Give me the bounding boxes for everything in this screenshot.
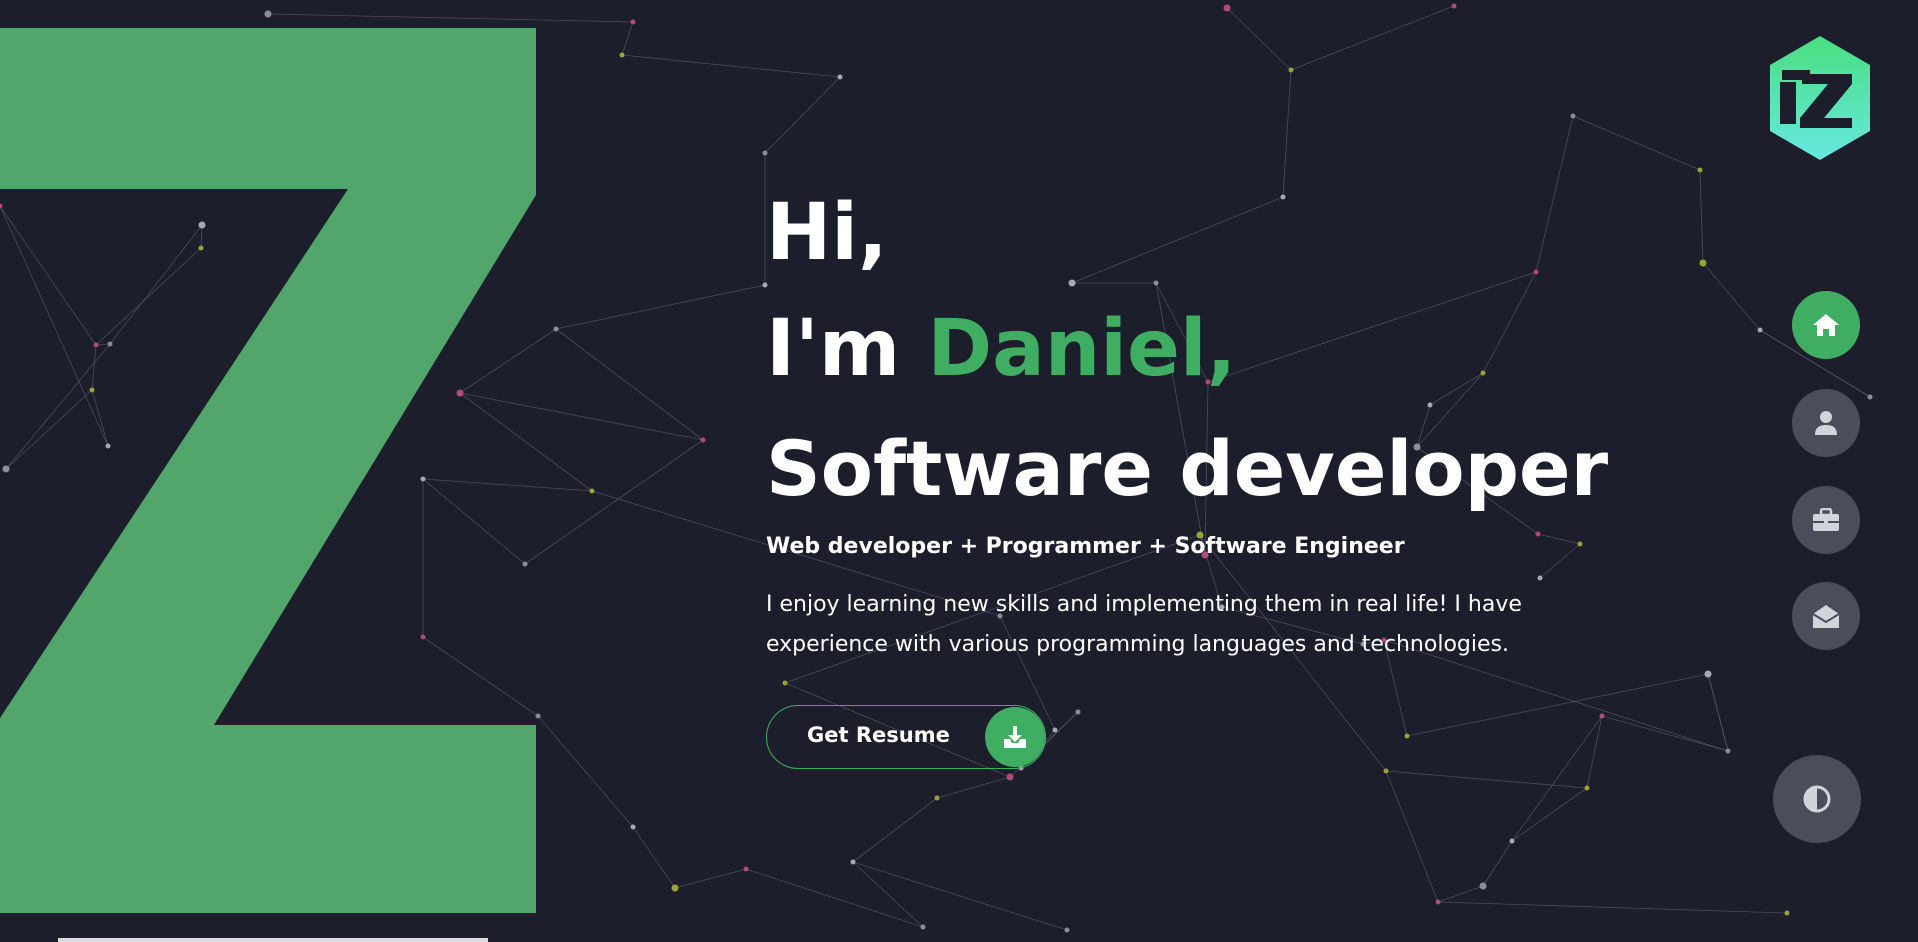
hero-subtitle: Web developer + Programmer + Software En… <box>766 534 1405 559</box>
hero-section: Hi, I'm Daniel, Software developer Web d… <box>766 180 1686 665</box>
home-icon <box>1813 314 1839 336</box>
user-icon <box>1815 411 1837 435</box>
download-icon <box>985 707 1045 767</box>
envelope-open-icon <box>1812 605 1840 628</box>
nav-about-button[interactable] <box>1792 389 1860 457</box>
nav-home-button[interactable] <box>1792 291 1860 359</box>
hero-description: I enjoy learning new skills and implemen… <box>766 592 1522 657</box>
briefcase-icon <box>1813 508 1839 531</box>
get-resume-label: Get Resume <box>807 723 950 747</box>
nav-contact-button[interactable] <box>1792 582 1860 650</box>
page: Hi, I'm Daniel, Software developer Web d… <box>0 0 1918 942</box>
big-letter-z-shape <box>0 28 536 913</box>
bottom-scroll-indicator <box>58 938 488 942</box>
theme-toggle-button[interactable] <box>1773 755 1861 843</box>
hero-greeting: Hi, <box>766 188 888 278</box>
hero-role: Software developer <box>766 424 1609 513</box>
hero-intro-prefix: I'm <box>766 304 928 394</box>
get-resume-button[interactable]: Get Resume <box>766 705 1046 769</box>
hero-intro: I'm Daniel, <box>766 286 1686 412</box>
site-logo[interactable] <box>1766 34 1874 162</box>
contrast-icon <box>1803 785 1831 813</box>
nav-portfolio-button[interactable] <box>1792 486 1860 554</box>
hero-name: Daniel, <box>927 304 1237 394</box>
